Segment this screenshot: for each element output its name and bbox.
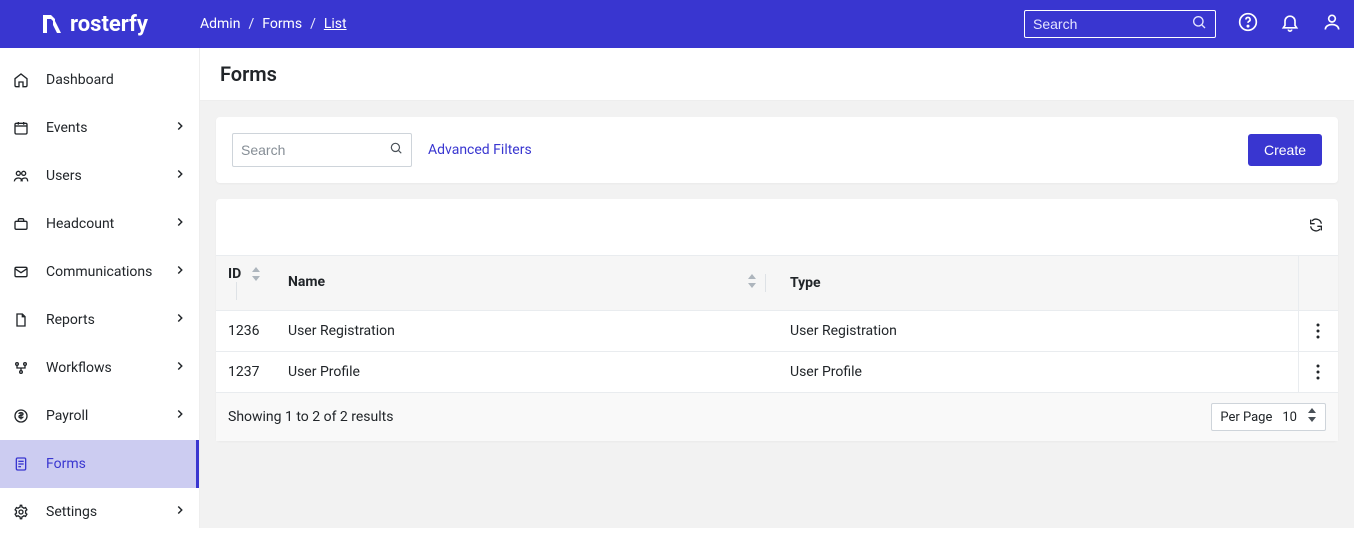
results-text: Showing 1 to 2 of 2 results	[228, 409, 393, 425]
user-icon[interactable]	[1322, 12, 1342, 36]
col-header-id-label: ID	[228, 266, 241, 282]
breadcrumb: Admin / Forms / List	[200, 16, 347, 32]
help-icon[interactable]	[1238, 12, 1258, 36]
sidebar-item-events[interactable]: Events	[0, 104, 199, 152]
sidebar-item-label: Reports	[46, 312, 173, 328]
sidebar-item-forms[interactable]: Forms	[0, 440, 199, 488]
sidebar-item-dashboard[interactable]: Dashboard	[0, 56, 199, 104]
gear-icon	[12, 504, 30, 520]
sort-icon	[747, 274, 766, 292]
sidebar-item-headcount[interactable]: Headcount	[0, 200, 199, 248]
cell-type: User Profile	[778, 352, 1298, 393]
sort-icon	[251, 267, 261, 281]
bell-icon[interactable]	[1280, 12, 1300, 36]
local-search-input[interactable]	[241, 142, 389, 158]
sidebar-item-label: Events	[46, 120, 173, 136]
filter-bar: Advanced Filters Create	[216, 117, 1338, 183]
table-card: ID Name Type	[216, 199, 1338, 441]
select-arrows-icon	[1307, 408, 1317, 426]
col-header-type[interactable]: Type	[778, 256, 1298, 311]
sidebar-item-label: Headcount	[46, 216, 173, 232]
brand-name: rosterfy	[70, 12, 148, 37]
form-icon	[12, 456, 30, 472]
chevron-right-icon	[173, 119, 187, 137]
create-button[interactable]: Create	[1248, 134, 1322, 166]
per-page-selector[interactable]: Per Page 10	[1211, 403, 1326, 431]
chevron-right-icon	[173, 359, 187, 377]
advanced-filters-link[interactable]: Advanced Filters	[428, 142, 532, 158]
chevron-right-icon	[173, 407, 187, 425]
cell-type: User Registration	[778, 311, 1298, 352]
col-header-name-label: Name	[288, 274, 325, 290]
sidebar-item-users[interactable]: Users	[0, 152, 199, 200]
sidebar-item-label: Forms	[46, 456, 187, 472]
table-row[interactable]: 1237 User Profile User Profile	[216, 352, 1338, 393]
refresh-icon[interactable]	[1308, 217, 1324, 237]
sidebar-item-workflows[interactable]: Workflows	[0, 344, 199, 392]
sidebar-item-label: Users	[46, 168, 173, 184]
users-icon	[12, 168, 30, 184]
sidebar-item-payroll[interactable]: Payroll	[0, 392, 199, 440]
sidebar-item-label: Communications	[46, 264, 173, 280]
workflow-icon	[12, 360, 30, 376]
page-title-bar: Forms	[200, 48, 1354, 101]
col-header-actions	[1298, 256, 1338, 311]
sidebar: Dashboard Events Users Headcount Communi…	[0, 48, 200, 528]
header-actions	[1238, 12, 1342, 36]
app-header: rosterfy Admin / Forms / List	[0, 0, 1354, 48]
sidebar-item-settings[interactable]: Settings	[0, 488, 199, 536]
row-actions-icon[interactable]	[1311, 323, 1327, 339]
cell-name: User Profile	[276, 352, 778, 393]
global-search[interactable]	[1024, 10, 1216, 38]
forms-table: ID Name Type	[216, 256, 1338, 393]
col-header-id[interactable]: ID	[216, 256, 276, 311]
search-icon	[389, 141, 403, 159]
sidebar-item-label: Payroll	[46, 408, 173, 424]
column-separator	[236, 282, 237, 300]
main-content: Forms Advanced Filters Create	[200, 48, 1354, 528]
breadcrumb-list[interactable]: List	[324, 16, 347, 32]
home-icon	[12, 72, 30, 88]
table-row[interactable]: 1236 User Registration User Registration	[216, 311, 1338, 352]
chevron-right-icon	[173, 263, 187, 281]
chevron-right-icon	[173, 167, 187, 185]
per-page-value: 10	[1282, 410, 1297, 425]
page-title: Forms	[220, 62, 1334, 86]
mail-icon	[12, 264, 30, 280]
brand-logo[interactable]: rosterfy	[12, 12, 200, 37]
local-search[interactable]	[232, 133, 412, 167]
cell-name: User Registration	[276, 311, 778, 352]
breadcrumb-forms[interactable]: Forms	[262, 16, 302, 32]
breadcrumb-separator: /	[310, 16, 316, 32]
chevron-right-icon	[173, 503, 187, 521]
breadcrumb-admin[interactable]: Admin	[200, 16, 240, 32]
table-toolbar	[216, 199, 1338, 256]
sidebar-item-communications[interactable]: Communications	[0, 248, 199, 296]
per-page-label: Per Page	[1220, 410, 1272, 425]
table-footer: Showing 1 to 2 of 2 results Per Page 10	[216, 393, 1338, 441]
chevron-right-icon	[173, 215, 187, 233]
sidebar-item-label: Workflows	[46, 360, 173, 376]
sidebar-item-reports[interactable]: Reports	[0, 296, 199, 344]
dollar-icon	[12, 408, 30, 424]
col-header-name[interactable]: Name	[276, 256, 778, 311]
brand-icon	[40, 12, 64, 36]
row-actions-icon[interactable]	[1311, 364, 1327, 380]
file-icon	[12, 312, 30, 328]
search-icon	[1191, 14, 1207, 34]
briefcase-icon	[12, 216, 30, 232]
sidebar-item-label: Dashboard	[46, 72, 187, 88]
cell-id: 1237	[216, 352, 276, 393]
calendar-icon	[12, 120, 30, 136]
global-search-input[interactable]	[1033, 16, 1191, 32]
column-separator	[765, 274, 766, 292]
col-header-type-label: Type	[790, 275, 821, 291]
cell-id: 1236	[216, 311, 276, 352]
chevron-right-icon	[173, 311, 187, 329]
breadcrumb-separator: /	[248, 16, 254, 32]
sidebar-item-label: Settings	[46, 504, 173, 520]
